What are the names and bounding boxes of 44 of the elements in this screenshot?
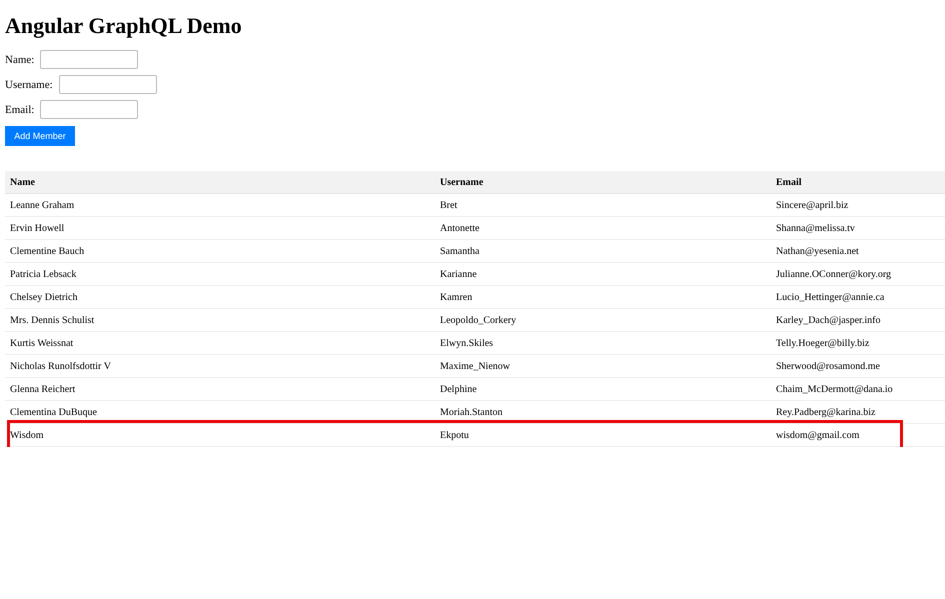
table-cell: Chelsey Dietrich (5, 286, 435, 308)
input-field[interactable] (40, 50, 138, 69)
column-header: Username (435, 171, 771, 194)
table-cell: Glenna Reichert (5, 378, 435, 400)
table-cell: Antonette (435, 216, 771, 240)
table-cell: Lucio_Hettinger@annie.ca (771, 286, 945, 308)
table-cell: Sincere@april.biz (771, 194, 945, 216)
table-cell: Nicholas Runolfsdottir V (5, 354, 435, 378)
table-cell: Clementine Bauch (5, 240, 435, 262)
table-cell: Samantha (435, 240, 771, 262)
table-cell: Maxime_Nienow (435, 354, 771, 378)
column-header: Email (771, 171, 945, 194)
field-label: Username: (5, 78, 53, 90)
table-cell: Wisdom (5, 424, 435, 446)
table-cell: Shanna@melissa.tv (771, 216, 945, 240)
input-field[interactable] (58, 75, 157, 94)
table-cell: Kurtis Weissnat (5, 332, 435, 354)
table-cell: Rey.Padberg@karina.biz (771, 400, 945, 424)
table-cell: Chaim_McDermott@dana.io (771, 378, 945, 400)
field-label: Name: (5, 54, 34, 66)
table-cell: Kamren (435, 286, 771, 308)
table-cell: Bret (435, 194, 771, 216)
field-label: Email: (5, 104, 34, 116)
column-header: Name (5, 171, 435, 194)
table-cell: Elwyn.Skiles (435, 332, 771, 354)
table-cell: wisdom@gmail.com (771, 424, 945, 446)
table-cell: Nathan@yesenia.net (771, 240, 945, 262)
table-cell: Karianne (435, 262, 771, 286)
table-cell: Patricia Lebsack (5, 262, 435, 286)
table-cell: Mrs. Dennis Schulist (5, 308, 435, 332)
table-cell: Leanne Graham (5, 194, 435, 216)
input-field[interactable] (40, 100, 138, 119)
table-cell: Julianne.OConner@kory.org (771, 262, 945, 286)
table-cell: Delphine (435, 378, 771, 400)
page-title: Angular GraphQL Demo (5, 12, 243, 40)
table-cell: Ekpotu (435, 424, 771, 446)
table-cell: Moriah.Stanton (435, 400, 771, 424)
table-cell: Ervin Howell (5, 216, 435, 240)
table-cell: Karley_Dach@jasper.info (771, 308, 945, 332)
table-cell: Clementina DuBuque (5, 400, 435, 424)
table-cell: Leopoldo_Corkery (435, 308, 771, 332)
table-cell: Telly.Hoeger@billy.biz (771, 332, 945, 354)
add-member-button[interactable]: Add Member (5, 126, 75, 146)
table-cell: Sherwood@rosamond.me (771, 354, 945, 378)
